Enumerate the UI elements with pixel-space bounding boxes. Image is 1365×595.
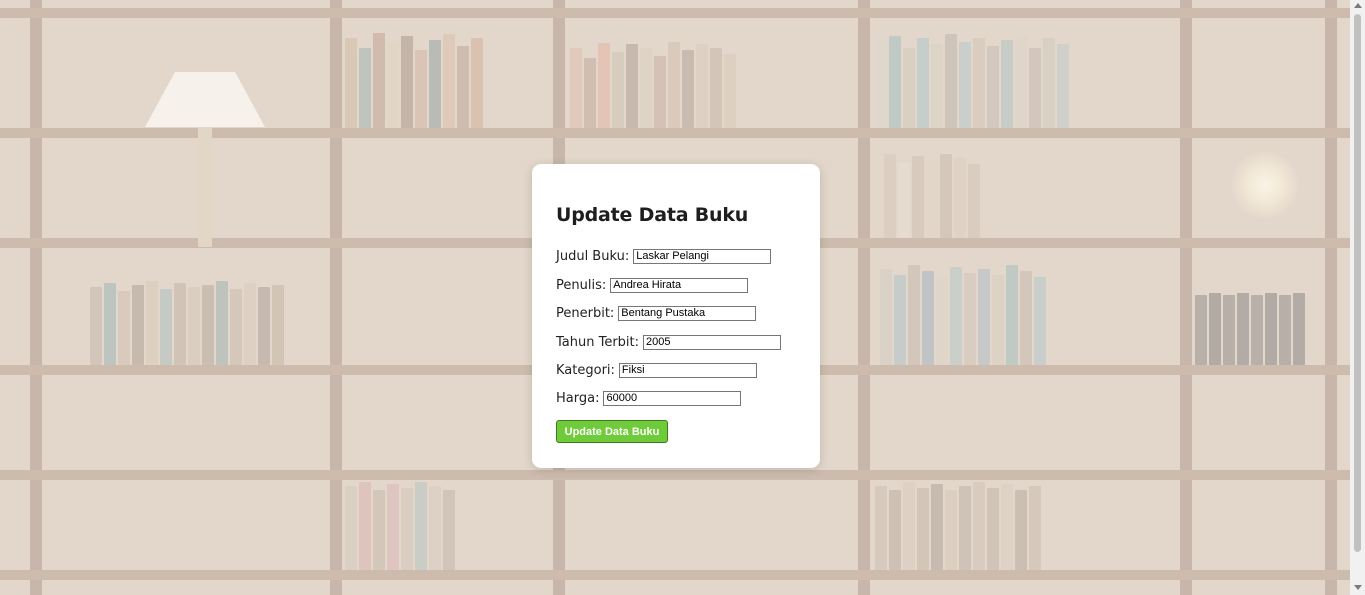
field-penerbit: Penerbit: bbox=[556, 304, 757, 322]
tahun-terbit-label: Tahun Terbit: bbox=[556, 334, 640, 350]
penulis-input[interactable] bbox=[610, 277, 749, 293]
vertical-scrollbar[interactable] bbox=[1350, 0, 1365, 595]
tahun-terbit-input[interactable] bbox=[643, 334, 782, 350]
harga-input[interactable] bbox=[603, 390, 742, 406]
field-kategori: Kategori: bbox=[556, 361, 757, 379]
form-title: Update Data Buku bbox=[556, 204, 749, 226]
field-penulis: Penulis: bbox=[556, 276, 749, 294]
penulis-label: Penulis: bbox=[556, 277, 607, 293]
judul-buku-label: Judul Buku: bbox=[556, 248, 630, 264]
field-judul-buku: Judul Buku: bbox=[556, 247, 772, 265]
harga-label: Harga: bbox=[556, 390, 600, 406]
kategori-label: Kategori: bbox=[556, 362, 615, 378]
penerbit-input[interactable] bbox=[618, 305, 757, 321]
field-tahun-terbit: Tahun Terbit: bbox=[556, 333, 782, 351]
scroll-thumb[interactable] bbox=[1354, 14, 1361, 552]
penerbit-label: Penerbit: bbox=[556, 305, 615, 321]
update-book-button[interactable]: Update Data Buku bbox=[556, 420, 668, 443]
scroll-up-icon[interactable] bbox=[1354, 3, 1362, 8]
update-book-form-card: Update Data Buku Judul Buku: Penulis: Pe… bbox=[532, 164, 820, 468]
judul-buku-input[interactable] bbox=[633, 248, 772, 264]
kategori-input[interactable] bbox=[618, 362, 757, 378]
scroll-down-icon[interactable] bbox=[1354, 585, 1362, 590]
field-harga: Harga: bbox=[556, 389, 742, 407]
